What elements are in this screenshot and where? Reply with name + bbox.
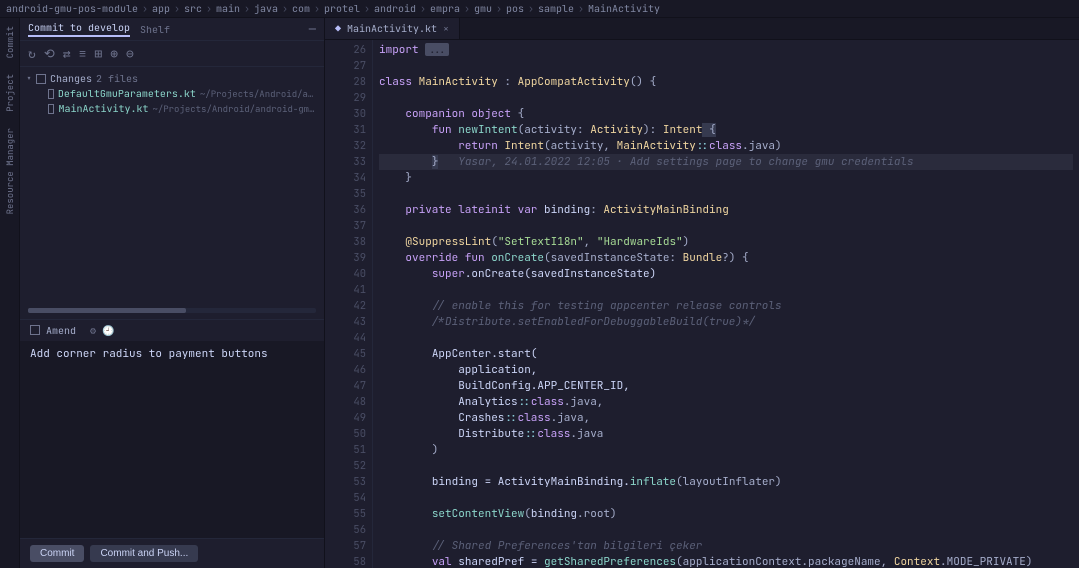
group-icon[interactable]: ⊞ [94, 45, 102, 62]
breadcrumb-item[interactable]: java [254, 2, 278, 15]
line-gutter[interactable]: 2627282930313233343536373839404142434445… [325, 40, 373, 568]
tool-project[interactable]: Project [4, 70, 16, 116]
breadcrumb-item[interactable]: MainActivity [588, 2, 660, 15]
left-tool-strip: Commit Project Resource Manager [0, 18, 20, 568]
editor-tab-name: MainActivity.kt [347, 22, 437, 35]
file-row[interactable]: DefaultGmuParameters.kt ~/Projects/Andro… [26, 86, 318, 101]
amend-row: Amend ⚙ 🕘 [20, 319, 324, 341]
breadcrumb-item[interactable]: app [152, 2, 170, 15]
breadcrumb-item[interactable]: pos [506, 2, 524, 15]
changes-root[interactable]: ▾ Changes 2 files [26, 71, 318, 86]
breadcrumb-item[interactable]: gmu [474, 2, 492, 15]
breadcrumb-item[interactable]: protel [324, 2, 360, 15]
editor-tabs: ◆ MainActivity.kt × [325, 18, 1079, 40]
editor-tab[interactable]: ◆ MainActivity.kt × [325, 18, 460, 39]
editor-area: ◆ MainActivity.kt × 26272829303132333435… [325, 18, 1079, 568]
breadcrumb-item[interactable]: main [216, 2, 240, 15]
amend-label: Amend [46, 324, 76, 337]
commit-button[interactable]: Commit [30, 545, 84, 562]
breadcrumb-item[interactable]: sample [538, 2, 574, 15]
collapse-icon[interactable]: ⊖ [126, 45, 134, 62]
tab-shelf[interactable]: Shelf [140, 23, 170, 36]
horizontal-scrollbar[interactable] [28, 308, 316, 313]
tool-commit[interactable]: Commit [4, 22, 16, 62]
rollback-icon[interactable]: ⟲ [44, 45, 55, 62]
history-icon[interactable]: 🕘 [102, 324, 114, 337]
commit-buttons: Commit Commit and Push... [20, 538, 324, 568]
commit-and-push-button[interactable]: Commit and Push... [90, 545, 198, 562]
refresh-icon[interactable]: ↻ [28, 45, 36, 62]
gear-icon[interactable]: ⚙ [90, 324, 96, 337]
editor-viewport[interactable]: 2627282930313233343536373839404142434445… [325, 40, 1079, 568]
breadcrumb-item[interactable]: src [184, 2, 202, 15]
tab-commit-branch[interactable]: Commit to develop [28, 21, 130, 37]
breadcrumb-item[interactable]: com [292, 2, 310, 15]
breadcrumb-item[interactable]: android [374, 2, 416, 15]
breadcrumb: android-gmu-pos-module›app›src›main›java… [0, 0, 1079, 18]
changelist-icon[interactable]: ≡ [79, 45, 87, 62]
close-icon[interactable]: × [443, 22, 449, 35]
chevron-down-icon[interactable]: ▾ [26, 72, 32, 85]
amend-checkbox[interactable] [30, 325, 40, 335]
checkbox[interactable] [48, 104, 54, 114]
kotlin-file-icon: ◆ [335, 22, 341, 35]
hide-panel-icon[interactable]: — [309, 21, 316, 37]
commit-toolbar: ↻ ⟲ ⇄ ≡ ⊞ ⊕ ⊖ [20, 41, 324, 67]
checkbox[interactable] [36, 74, 46, 84]
file-row[interactable]: MainActivity.kt ~/Projects/Android/andro… [26, 101, 318, 116]
main-content: Commit Project Resource Manager Commit t… [0, 18, 1079, 568]
changes-tree: ▾ Changes 2 files DefaultGmuParameters.k… [20, 67, 324, 120]
diff-icon[interactable]: ⇄ [63, 45, 71, 62]
commit-tabs: Commit to develop Shelf — [20, 18, 324, 41]
commit-panel: Commit to develop Shelf — ↻ ⟲ ⇄ ≡ ⊞ ⊕ ⊖ … [20, 18, 325, 568]
expand-icon[interactable]: ⊕ [110, 45, 118, 62]
tool-resource-manager[interactable]: Resource Manager [4, 124, 16, 218]
breadcrumb-item[interactable]: android-gmu-pos-module [6, 2, 138, 15]
code-content[interactable]: import ...class MainActivity : AppCompat… [373, 40, 1079, 568]
breadcrumb-item[interactable]: empra [430, 2, 460, 15]
commit-message-input[interactable] [20, 341, 324, 539]
checkbox[interactable] [48, 89, 54, 99]
